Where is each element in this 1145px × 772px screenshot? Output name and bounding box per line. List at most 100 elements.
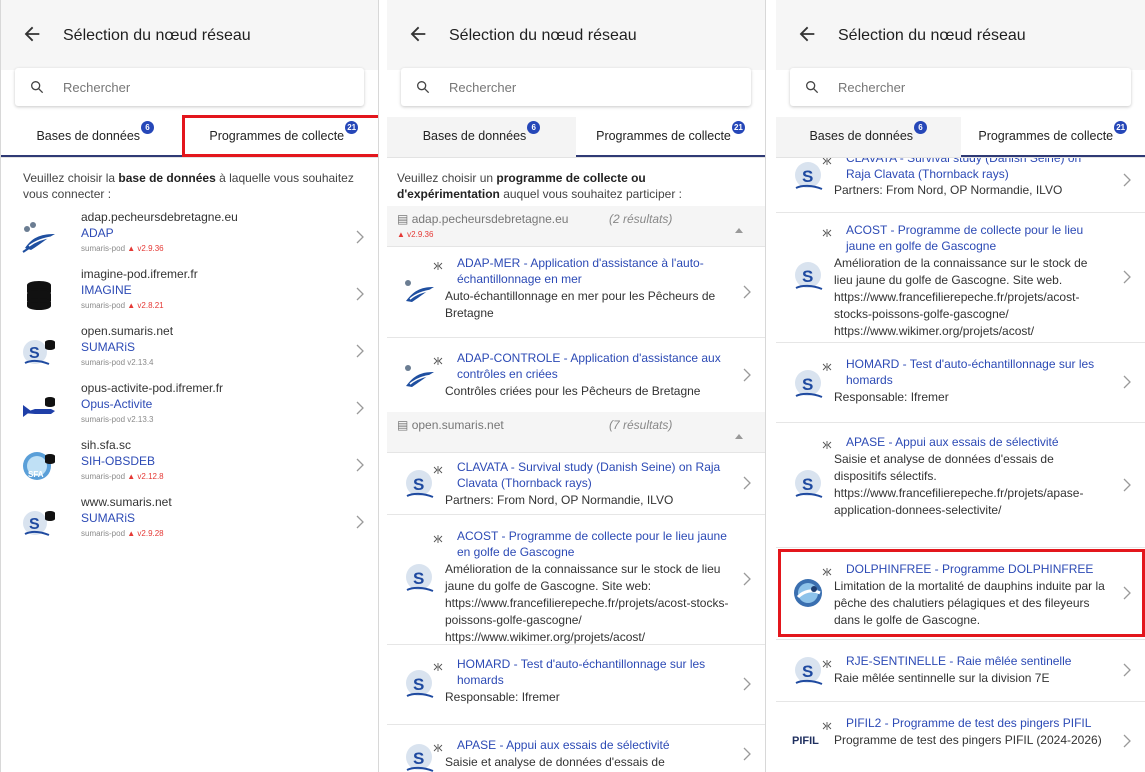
search-input[interactable]: Rechercher	[401, 68, 751, 106]
program-list-item[interactable]: S CLAVATA - Survival study (Danish Seine)…	[776, 158, 1145, 213]
group-host: ▤ open.sumaris.net	[397, 418, 504, 432]
database-label: SIH-OBSDEB	[81, 454, 156, 468]
tab-databases-label: Bases de données	[422, 129, 527, 143]
database-list-item[interactable]: Sopen.sumaris.net SUMARiS sumaris-pod v2.1…	[1, 324, 378, 381]
intro-text: Veuillez choisir un programme de collect…	[397, 171, 682, 201]
adap-logo-icon	[403, 359, 435, 391]
tab-databases[interactable]: Bases de données6	[387, 117, 576, 157]
adap-fish-icon	[21, 222, 57, 254]
program-description: Amélioration de la connaissance sur le s…	[834, 256, 1088, 338]
chevron-right-icon	[743, 747, 751, 761]
group-host: ▤ adap.pecheursdebretagne.eu	[397, 212, 569, 226]
app-toolbar: Sélection du nœud réseau	[776, 0, 1145, 70]
tab-databases-badge: 6	[527, 121, 541, 134]
database-icon: ▤	[397, 418, 409, 432]
search-input[interactable]: Rechercher	[790, 68, 1131, 106]
chevron-right-icon	[356, 401, 364, 415]
warning-icon: ▲	[127, 472, 138, 481]
tab-programs-label: Programmes de collecte	[978, 129, 1114, 143]
search-placeholder: Rechercher	[63, 80, 131, 95]
program-description: Programme de test des pingers PIFIL (202…	[834, 733, 1102, 747]
sumaris-logo-icon: S	[21, 507, 57, 539]
svg-text:S: S	[413, 475, 424, 494]
tab-programs[interactable]: Programmes de collecte21	[960, 117, 1145, 157]
page-title: Sélection du nœud réseau	[63, 27, 251, 44]
chevron-right-icon	[743, 285, 751, 299]
program-list-item[interactable]: S CLAVATA - Survival study (Danish Seine)…	[387, 452, 765, 515]
group-header[interactable]: ▤ open.sumaris.net (7 résultats)	[387, 412, 765, 453]
chevron-right-icon	[1123, 663, 1131, 677]
app-toolbar: Sélection du nœud réseau	[387, 0, 765, 70]
tab-databases[interactable]: Bases de données6	[776, 117, 961, 157]
search-input[interactable]: Rechercher	[15, 68, 364, 106]
page-title: Sélection du nœud réseau	[838, 27, 1026, 44]
tab-databases[interactable]: Bases de données6	[1, 117, 190, 157]
database-label: ADAP	[81, 226, 114, 240]
program-list-item[interactable]: S APASE - Appui aux essais de sélectivité…	[387, 724, 765, 772]
program-type-icon	[822, 225, 832, 237]
group-version: ▲ v2.9.36	[397, 230, 434, 239]
program-list-item[interactable]: S HOMARD - Test d'auto-échantillonnage su…	[776, 342, 1145, 423]
program-list-item[interactable]: ADAP-CONTROLE - Application d'assistance…	[387, 337, 765, 413]
database-list-item[interactable]: adap.pecheursdebretagne.eu ADAP sumaris-po…	[1, 210, 378, 267]
svg-text:S: S	[802, 662, 813, 681]
chevron-right-icon	[356, 458, 364, 472]
database-version: sumaris-pod v2.13.4	[81, 358, 154, 367]
group-header[interactable]: ▤ adap.pecheursdebretagne.eu (2 résultats…	[387, 206, 765, 247]
program-description: Saisie et analyse de données d'essais de…	[834, 452, 1084, 517]
pifil-logo: PIFIL	[792, 735, 819, 747]
program-description: Partners: From Nord, OP Normandie, ILVO	[834, 183, 1063, 197]
program-list-item[interactable]: PIFIL PIFIL2 - Programme de test des ping…	[776, 701, 1145, 772]
database-icon: ▤	[397, 212, 409, 226]
program-type-icon	[433, 258, 443, 270]
chevron-up-icon[interactable]	[735, 426, 743, 439]
program-title: APASE - Appui aux essais de sélectivité	[846, 435, 1059, 449]
search-placeholder: Rechercher	[838, 80, 906, 95]
back-arrow-icon[interactable]	[407, 23, 429, 45]
program-list-item[interactable]: S ACOST - Programme de collecte pour le l…	[387, 514, 765, 645]
svg-text:S: S	[802, 267, 813, 286]
svg-text:S: S	[413, 569, 424, 588]
svg-text:S: S	[413, 675, 424, 694]
tab-programs-badge: 21	[731, 121, 745, 134]
svg-text:S: S	[802, 475, 813, 494]
panel-programs-top: Sélection du nœud réseau Rechercher Base…	[387, 0, 766, 772]
database-label: Opus-Activite	[81, 397, 153, 411]
chevron-up-icon[interactable]	[735, 220, 743, 233]
app-toolbar: Sélection du nœud réseau	[1, 0, 378, 70]
database-list-item[interactable]: imagine-pod.ifremer.fr IMAGINE sumaris-pod…	[1, 267, 378, 324]
program-list-item[interactable]: S RJE-SENTINELLE - Raie mêlée sentinelle R…	[776, 639, 1145, 702]
database-list-item[interactable]: SFA sih.sfa.sc SIH-OBSDEB sumaris-pod ▲ v2.…	[1, 438, 378, 495]
program-list-item[interactable]: S HOMARD - Test d'auto-échantillonnage su…	[387, 644, 765, 725]
chevron-right-icon	[743, 572, 751, 586]
chevron-right-icon	[1123, 734, 1131, 748]
program-list-item[interactable]: S ACOST - Programme de collecte pour le l…	[776, 212, 1145, 343]
group-result-count: (2 résultats)	[609, 212, 673, 226]
program-title: HOMARD - Test d'auto-échantillonnage sur…	[846, 357, 1095, 387]
back-arrow-icon[interactable]	[796, 23, 818, 45]
back-arrow-icon[interactable]	[21, 23, 43, 45]
sumaris-s-icon: S	[792, 368, 824, 400]
database-host: open.sumaris.net	[81, 324, 174, 338]
sumaris-s-icon: S	[792, 655, 824, 687]
svg-text:S: S	[802, 375, 813, 394]
program-list-item[interactable]: S APASE - Appui aux essais de sélectivité…	[776, 422, 1145, 548]
program-description: Auto-échantillonnage en mer pour les Pêc…	[445, 289, 716, 320]
database-list-item[interactable]: opus-activite-pod.ifremer.fr Opus-Activit…	[1, 381, 378, 438]
tab-programs[interactable]: Programmes de collecte21	[576, 117, 765, 157]
database-list-container: Veuillez choisir la base de données à la…	[1, 158, 378, 772]
chevron-right-icon	[356, 515, 364, 529]
tab-bar: Bases de données6 Programmes de collecte…	[387, 117, 765, 158]
program-type-icon	[822, 437, 832, 449]
program-title: ADAP-MER - Application d'assistance à l'…	[457, 256, 704, 286]
program-description: Raie mêlée sentinnelle sur la division 7…	[834, 671, 1050, 685]
chevron-right-icon	[743, 368, 751, 382]
database-list-item[interactable]: Swww.sumaris.net SUMARiS sumaris-pod ▲ v2.…	[1, 495, 378, 552]
chevron-right-icon	[356, 344, 364, 358]
program-title: ADAP-CONTROLE - Application d'assistance…	[457, 351, 721, 381]
adap-logo-icon	[403, 274, 435, 306]
chevron-right-icon	[1123, 173, 1131, 187]
sumaris-logo-icon: S	[21, 336, 57, 368]
tab-databases-label: Bases de données	[809, 129, 914, 143]
program-list-item[interactable]: ADAP-MER - Application d'assistance à l'…	[387, 246, 765, 338]
